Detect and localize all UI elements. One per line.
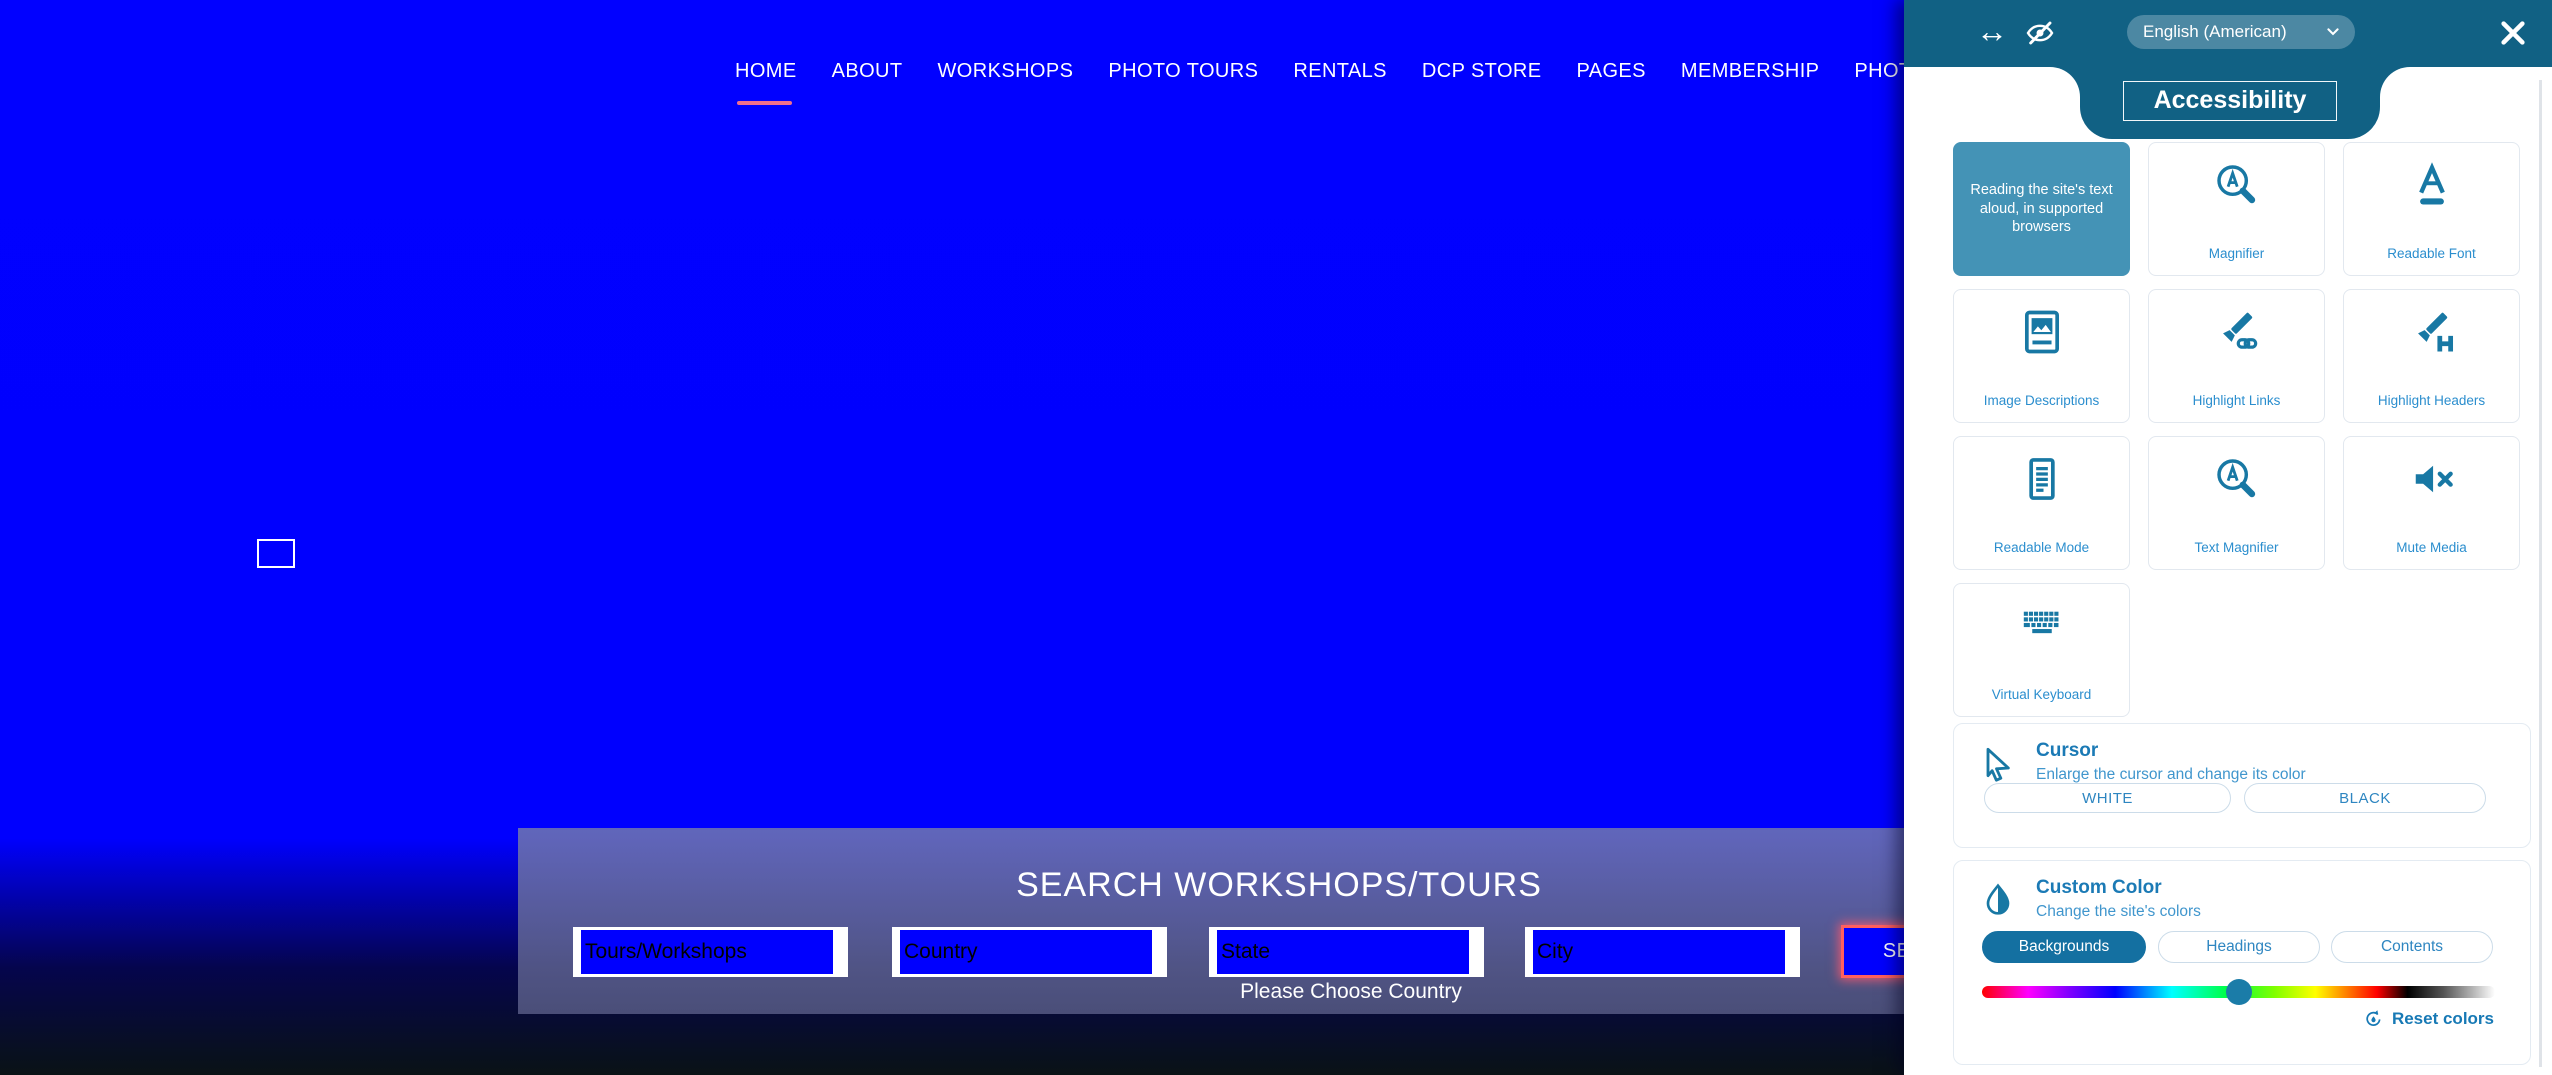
color-slider[interactable] <box>1982 986 2495 998</box>
panel-scrollbar[interactable] <box>2539 80 2542 1067</box>
accessibility-tab: Accessibility <box>2080 67 2380 139</box>
color-slider-thumb[interactable] <box>2226 979 2252 1005</box>
cursor-black-button[interactable]: BLACK <box>2244 783 2486 813</box>
custom-color-title: Custom Color <box>2036 877 2162 899</box>
nav-item-dcp-store[interactable]: DCP STORE <box>1422 60 1542 83</box>
tile-label: Virtual Keyboard <box>1958 687 2125 702</box>
hero-outline-box <box>257 539 295 568</box>
search-title: SEARCH WORKSHOPS/TOURS <box>1016 866 1542 905</box>
readable-font-icon <box>2344 159 2519 211</box>
cursor-icon <box>1978 744 2018 784</box>
tile-label: Image Descriptions <box>1958 393 2125 408</box>
custom-color-subtitle: Change the site's colors <box>2036 903 2201 921</box>
cursor-section: Cursor Enlarge the cursor and change its… <box>1953 723 2531 848</box>
page: HOME ABOUT WORKSHOPS PHOTO TOURS RENTALS… <box>0 0 2552 1075</box>
reset-icon <box>2362 1007 2385 1030</box>
tile-label: Highlight Links <box>2153 393 2320 408</box>
nav-item-pages[interactable]: PAGES <box>1576 60 1645 83</box>
image-descriptions-tile[interactable]: Image Descriptions <box>1953 289 2130 423</box>
chevron-down-icon <box>2327 28 2339 36</box>
nav-item-workshops[interactable]: WORKSHOPS <box>938 60 1074 83</box>
nav-item-membership[interactable]: MEMBERSHIP <box>1681 60 1819 83</box>
language-select[interactable]: English (American) <box>2127 15 2355 49</box>
state-select-value: State <box>1217 930 1469 974</box>
custom-color-section: Custom Color Change the site's colors Ba… <box>1953 860 2531 1065</box>
tile-label: Highlight Headers <box>2348 393 2515 408</box>
screen-reader-tooltip: Reading the site's text aloud, in suppor… <box>1967 181 2116 238</box>
mute-media-icon <box>2344 453 2519 505</box>
headings-tab[interactable]: Headings <box>2158 931 2320 963</box>
nav-item-rentals[interactable]: RENTALS <box>1293 60 1387 83</box>
readable-mode-tile[interactable]: Readable Mode <box>1953 436 2130 570</box>
tours-workshops-select-value: Tours/Workshops <box>581 930 833 974</box>
resize-panel-icon[interactable]: ↔ <box>1976 12 2008 50</box>
tile-label: Readable Mode <box>1958 540 2125 555</box>
virtual-keyboard-icon <box>1954 600 2129 652</box>
country-select-value: Country <box>900 930 1152 974</box>
highlight-links-icon <box>2149 306 2324 358</box>
virtual-keyboard-tile[interactable]: Virtual Keyboard <box>1953 583 2130 717</box>
color-droplet-icon <box>1978 881 2018 921</box>
nav-item-about[interactable]: ABOUT <box>832 60 903 83</box>
tours-workshops-select[interactable]: Tours/Workshops <box>573 927 848 977</box>
image-descriptions-icon <box>1954 306 2129 358</box>
close-panel-button[interactable] <box>2498 18 2528 48</box>
main-nav: HOME ABOUT WORKSHOPS PHOTO TOURS RENTALS… <box>735 60 1991 83</box>
tile-label: Text Magnifier <box>2153 540 2320 555</box>
city-select-value: City <box>1533 930 1785 974</box>
backgrounds-tab[interactable]: Backgrounds <box>1982 931 2146 963</box>
tile-label: Magnifier <box>2153 246 2320 261</box>
cursor-white-button[interactable]: WHITE <box>1984 783 2231 813</box>
city-select[interactable]: City <box>1525 927 1800 977</box>
readable-mode-icon <box>1954 453 2129 505</box>
highlight-headers-tile[interactable]: Highlight Headers <box>2343 289 2520 423</box>
magnifier-icon <box>2149 159 2324 211</box>
readable-font-tile[interactable]: Readable Font <box>2343 142 2520 276</box>
accessibility-tab-curve-left <box>2050 67 2080 97</box>
magnifier-tile[interactable]: Magnifier <box>2148 142 2325 276</box>
reset-colors-label: Reset colors <box>2392 1009 2494 1029</box>
search-workshops-panel: SEARCH WORKSHOPS/TOURS Tours/Workshops C… <box>518 828 1908 1014</box>
country-select[interactable]: Country <box>892 927 1167 977</box>
highlight-headers-icon <box>2344 306 2519 358</box>
search-helper-text: Please Choose Country <box>1240 980 1462 1004</box>
hide-widget-icon[interactable] <box>2024 17 2056 49</box>
nav-item-home[interactable]: HOME <box>735 60 797 83</box>
screen-reader-tile[interactable]: Reading the site's text aloud, in suppor… <box>1953 142 2130 276</box>
language-select-value: English (American) <box>2143 22 2287 42</box>
tile-label: Mute Media <box>2348 540 2515 555</box>
contents-tab[interactable]: Contents <box>2331 931 2493 963</box>
accessibility-options-grid: Reading the site's text aloud, in suppor… <box>1953 142 2520 717</box>
mute-media-tile[interactable]: Mute Media <box>2343 436 2520 570</box>
cursor-title: Cursor <box>2036 740 2098 762</box>
accessibility-tab-curve-right <box>2380 67 2410 97</box>
nav-item-photo-tours[interactable]: PHOTO TOURS <box>1108 60 1258 83</box>
accessibility-title: Accessibility <box>2123 81 2337 121</box>
accessibility-panel-header: ↔ English (American) <box>1904 0 2552 67</box>
text-magnifier-tile[interactable]: Text Magnifier <box>2148 436 2325 570</box>
accessibility-panel: ↔ English (American) Accessibility Readi… <box>1904 0 2552 1075</box>
reset-colors-button[interactable]: Reset colors <box>2362 1007 2494 1030</box>
tile-label: Readable Font <box>2348 246 2515 261</box>
highlight-links-tile[interactable]: Highlight Links <box>2148 289 2325 423</box>
text-magnifier-icon <box>2149 453 2324 505</box>
state-select[interactable]: State <box>1209 927 1484 977</box>
cursor-subtitle: Enlarge the cursor and change its color <box>2036 766 2306 784</box>
